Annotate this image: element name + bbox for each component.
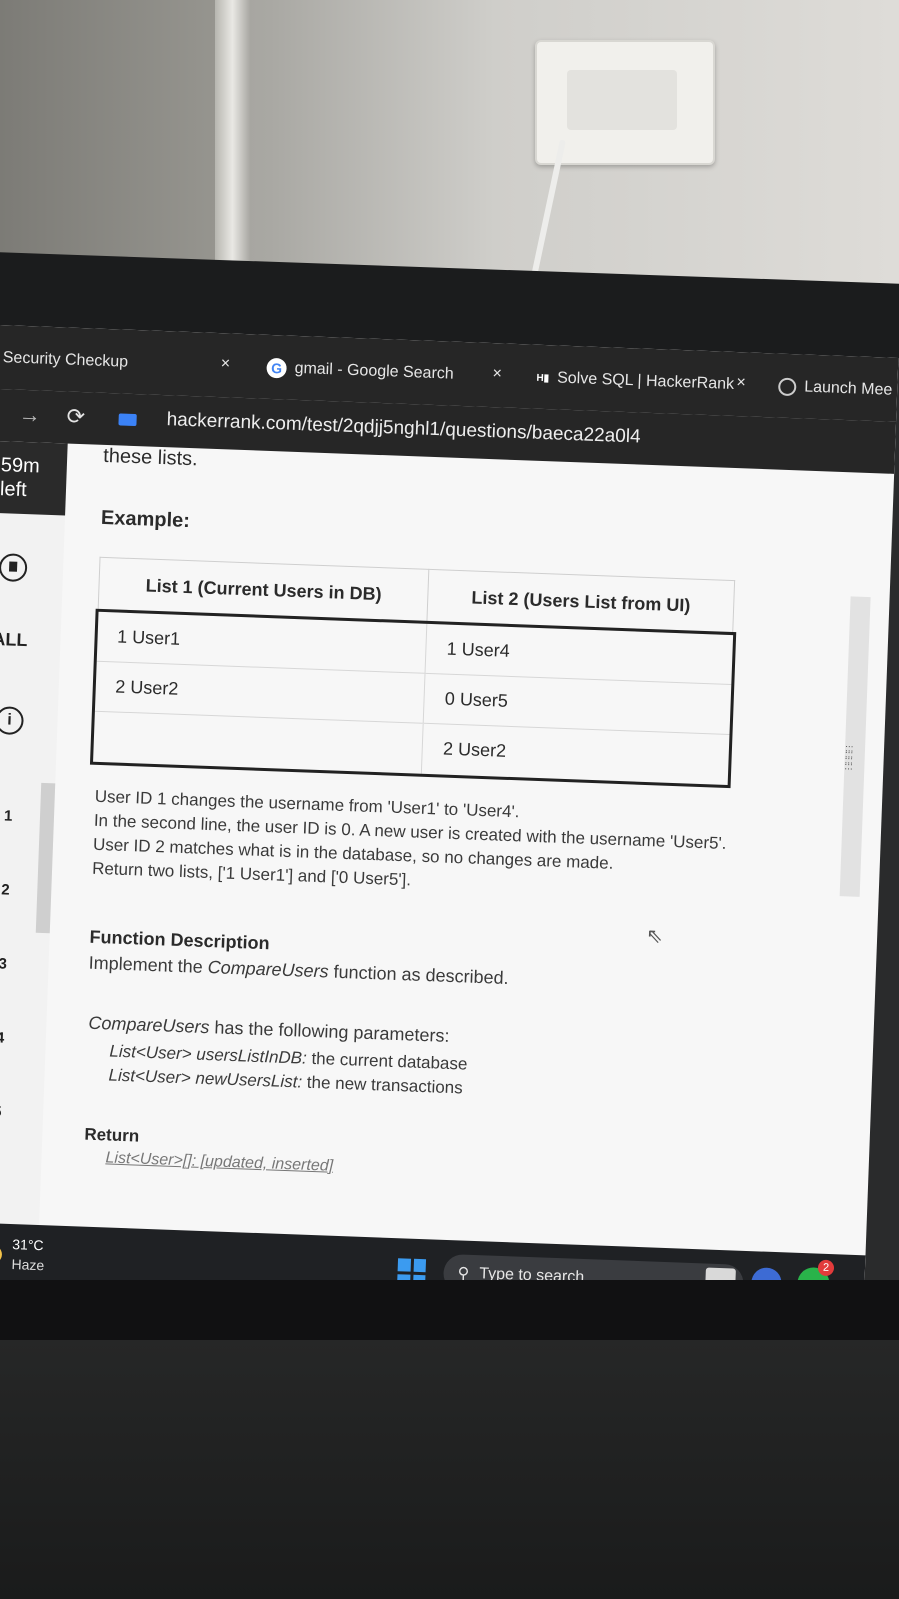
weather-haze-icon[interactable] bbox=[0, 1242, 3, 1266]
table-body: 1 User1 1 User4 2 User2 0 User5 2 User2 bbox=[89, 607, 736, 788]
parameter-desc: the current database bbox=[306, 1048, 468, 1074]
close-icon[interactable]: × bbox=[736, 374, 746, 392]
tab-label: gmail - Google Search bbox=[294, 359, 455, 383]
time-remaining: 59m left bbox=[0, 440, 68, 516]
weather-condition[interactable]: Haze bbox=[11, 1256, 44, 1273]
question-5-button[interactable]: 5 bbox=[0, 1103, 2, 1120]
tab-label: Security Checkup bbox=[2, 349, 129, 371]
flag-icon[interactable] bbox=[0, 553, 28, 583]
function-name: CompareUsers bbox=[88, 1012, 210, 1038]
camera-icon bbox=[118, 413, 137, 427]
function-description-heading: Function Description bbox=[89, 926, 270, 954]
all-questions-button[interactable]: ALL bbox=[0, 629, 28, 651]
monitor-screen: Security Checkup × G gmail - Google Sear… bbox=[0, 325, 899, 1323]
table-cell: 2 User2 bbox=[421, 723, 729, 785]
tab-gmail-google-search[interactable]: G gmail - Google Search bbox=[266, 353, 454, 390]
parameter-name: List<User> newUsersList: bbox=[108, 1065, 303, 1092]
question-2-button[interactable]: 2 bbox=[1, 881, 10, 898]
hackerrank-icon: H▮ bbox=[536, 372, 550, 384]
example-heading: Example: bbox=[100, 506, 191, 533]
globe-icon bbox=[777, 377, 797, 397]
timer-value: 59m bbox=[0, 454, 41, 478]
example-explanation: User ID 1 changes the username from 'Use… bbox=[92, 785, 728, 904]
back-arrow-icon[interactable]: → bbox=[18, 402, 41, 429]
return-heading: Return bbox=[84, 1124, 140, 1146]
info-icon[interactable]: i bbox=[0, 706, 25, 736]
tab-security-checkup[interactable]: Security Checkup bbox=[2, 343, 128, 378]
notification-badge: 2 bbox=[817, 1259, 835, 1277]
desk-background bbox=[0, 1340, 899, 1599]
return-type: List<User>[]: [updated, inserted] bbox=[105, 1149, 334, 1175]
parameter-name: List<User> usersListInDB: bbox=[109, 1041, 308, 1068]
question-content: these lists. Example: List 1 (Current Us… bbox=[66, 445, 894, 1274]
tab-launch-meeting[interactable]: Launch Mee bbox=[777, 372, 893, 406]
function-name: CompareUsers bbox=[207, 957, 330, 982]
question-sidebar: 59m left ALL i 1 2 3 4 5 6 bbox=[0, 440, 68, 1292]
question-3-button[interactable]: 3 bbox=[0, 955, 7, 972]
tab-label: Launch Mee bbox=[803, 378, 893, 399]
weather-temperature[interactable]: 31°C bbox=[12, 1236, 44, 1253]
tab-solve-sql-hackerrank[interactable]: H▮ Solve SQL | HackerRank bbox=[536, 363, 735, 400]
parameter-desc: the new transactions bbox=[301, 1072, 464, 1098]
table-cell bbox=[92, 711, 424, 774]
function-description-text: Implement the CompareUsers function as d… bbox=[88, 953, 509, 989]
mouse-cursor-icon: ⇖ bbox=[645, 925, 664, 948]
power-socket bbox=[567, 70, 677, 130]
text-segment: has the following parameters: bbox=[209, 1017, 450, 1046]
question-4-button[interactable]: 4 bbox=[0, 1029, 5, 1046]
close-icon[interactable]: × bbox=[492, 365, 502, 383]
scrollbar-grip-icon[interactable]: :::::::::::: bbox=[844, 743, 865, 787]
intro-text: these lists. bbox=[102, 444, 199, 471]
timer-suffix: left bbox=[0, 478, 28, 502]
example-table: List 1 (Current Users in DB) List 2 (Use… bbox=[89, 557, 736, 788]
sidebar-scrollbar[interactable] bbox=[35, 782, 56, 934]
reload-icon[interactable]: ⟳ bbox=[66, 404, 85, 431]
text-segment: function as described. bbox=[328, 961, 509, 989]
google-icon: G bbox=[266, 357, 287, 379]
url-field[interactable]: hackerrank.com/test/2qdjj5nghl1/question… bbox=[166, 409, 641, 448]
close-icon[interactable]: × bbox=[220, 355, 230, 373]
text-segment: Implement the bbox=[88, 952, 209, 978]
question-1-button[interactable]: 1 bbox=[4, 807, 13, 824]
monitor-bezel-bottom bbox=[0, 1280, 899, 1340]
tab-label: Solve SQL | HackerRank bbox=[556, 369, 735, 393]
